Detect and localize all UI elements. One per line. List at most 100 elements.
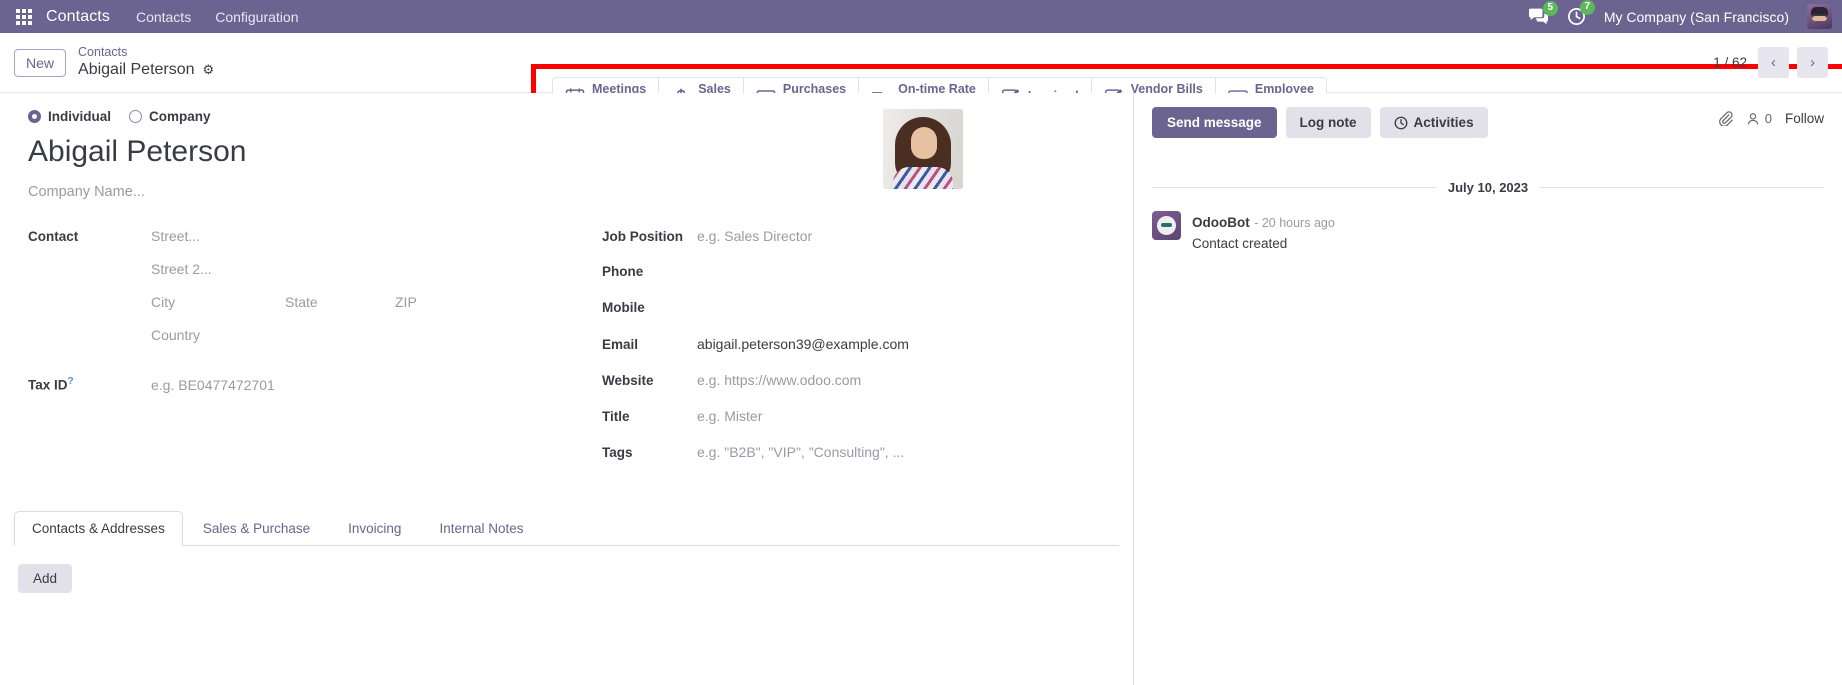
title-label: Title (602, 409, 630, 424)
date-separator-line (1540, 187, 1825, 188)
apps-grid-icon[interactable] (16, 8, 32, 25)
email-label: Email (602, 337, 639, 352)
form-pane: Individual Company Abigail Peterson Comp… (0, 93, 1134, 685)
radio-company[interactable]: Company (129, 109, 211, 124)
breadcrumb-parent-contacts[interactable]: Contacts (78, 45, 214, 61)
field-row-mobile: Mobile (602, 300, 1102, 320)
user-avatar[interactable] (1807, 4, 1832, 29)
follow-button[interactable]: Follow (1785, 111, 1824, 126)
job-position-input[interactable]: e.g. Sales Director (697, 228, 812, 244)
form-column-right: Job Position e.g. Sales Director Phone M… (602, 228, 1102, 480)
messages-count-badge: 5 (1542, 1, 1558, 16)
radio-dot-icon (28, 110, 41, 123)
menu-item-configuration[interactable]: Configuration (215, 9, 298, 25)
website-label: Website (602, 373, 654, 388)
pager-count: 1 / 62 (1713, 55, 1747, 70)
chatter-panel: Send message Log note Activities 0 Follo… (1134, 93, 1842, 685)
notebook-tab-body: Add (14, 546, 1119, 611)
field-row-email: Email abigail.peterson39@example.com (602, 336, 1102, 356)
tab-sales-purchase[interactable]: Sales & Purchase (185, 511, 328, 546)
job-position-label: Job Position (602, 229, 683, 244)
breadcrumb-current: Abigail Peterson ⚙ (78, 60, 214, 80)
tab-internal-notes[interactable]: Internal Notes (421, 511, 541, 546)
address-block: Street... Street 2... City State ZIP Cou… (151, 228, 417, 360)
date-separator-line (1152, 187, 1436, 188)
city-input[interactable]: City (151, 294, 285, 310)
state-input[interactable]: State (285, 294, 395, 310)
tax-id-label-text: Tax ID (28, 377, 68, 393)
user-icon (1747, 112, 1758, 124)
messages-icon[interactable]: 5 (1528, 1, 1558, 25)
field-row-tags: Tags e.g. "B2B", "VIP", "Consulting", ..… (602, 444, 1102, 464)
activities-button-label: Activities (1413, 115, 1474, 130)
contact-photo[interactable] (883, 109, 963, 189)
notebook-tabs: Contacts & Addresses Sales & Purchase In… (14, 510, 1119, 546)
message-header: OdooBot - 20 hours ago (1192, 211, 1335, 234)
tax-id-input[interactable]: e.g. BE0477472701 (151, 377, 275, 393)
activities-count-badge: 7 (1579, 0, 1595, 15)
field-row-phone: Phone (602, 264, 1102, 284)
form-column-left: Contact Street... Street 2... City State… (28, 228, 602, 480)
pager: 1 / 62 ‹ › (1713, 33, 1828, 92)
control-panel: New Contacts Abigail Peterson ⚙ Meetings… (0, 33, 1842, 122)
navbar-right-group: 5 7 My Company (San Francisco) (1528, 0, 1832, 33)
message-timestamp: - 20 hours ago (1254, 216, 1335, 230)
menu-item-contacts[interactable]: Contacts (136, 9, 191, 25)
company-switcher[interactable]: My Company (San Francisco) (1604, 9, 1789, 25)
gear-icon[interactable]: ⚙ (203, 62, 215, 78)
top-navbar: Contacts Contacts Configuration 5 7 My C… (0, 0, 1842, 33)
record-name-breadcrumb: Abigail Peterson (78, 61, 195, 79)
field-row-job-position: Job Position e.g. Sales Director (602, 228, 1102, 248)
tags-input[interactable]: e.g. "B2B", "VIP", "Consulting", ... (697, 444, 904, 460)
message-body: OdooBot - 20 hours ago Contact created (1192, 211, 1335, 254)
chatter-date-separator: July 10, 2023 (1152, 180, 1825, 195)
radio-individual[interactable]: Individual (28, 109, 111, 124)
radio-dot-icon (129, 110, 143, 123)
chatter-message: OdooBot - 20 hours ago Contact created (1152, 211, 1824, 254)
phone-label: Phone (602, 264, 644, 279)
tax-id-label: Tax ID? (28, 376, 151, 393)
contact-label: Contact (28, 229, 79, 244)
date-separator-label: July 10, 2023 (1447, 180, 1529, 195)
breadcrumb: Contacts Abigail Peterson ⚙ (78, 45, 214, 81)
radio-company-label: Company (149, 109, 211, 124)
field-row-title: Title e.g. Mister (602, 408, 1102, 428)
email-input[interactable]: abigail.peterson39@example.com (697, 336, 909, 352)
website-input[interactable]: e.g. https://www.odoo.com (697, 372, 861, 388)
form-columns: Contact Street... Street 2... City State… (28, 228, 1105, 480)
notebook: Contacts & Addresses Sales & Purchase In… (0, 510, 1133, 611)
tags-label: Tags (602, 445, 633, 460)
odoobot-avatar (1152, 211, 1181, 240)
field-row-tax-id: Tax ID? e.g. BE0477472701 (28, 376, 602, 396)
activities-button[interactable]: Activities (1379, 107, 1488, 138)
message-author[interactable]: OdooBot (1192, 215, 1250, 230)
add-button[interactable]: Add (18, 564, 73, 593)
send-message-button[interactable]: Send message (1152, 107, 1277, 138)
field-row-website: Website e.g. https://www.odoo.com (602, 372, 1102, 392)
clock-icon (1394, 116, 1407, 129)
message-text: Contact created (1192, 236, 1288, 252)
app-brand-contacts[interactable]: Contacts (46, 8, 110, 26)
chatter-meta: 0 Follow (1718, 111, 1824, 126)
zip-input[interactable]: ZIP (395, 294, 417, 310)
field-row-contact-address: Contact Street... Street 2... City State… (28, 228, 602, 360)
street2-input[interactable]: Street 2... (151, 261, 417, 277)
main-content: Individual Company Abigail Peterson Comp… (0, 93, 1842, 685)
paperclip-icon[interactable] (1718, 111, 1733, 126)
chevron-left-icon[interactable]: ‹ (1758, 47, 1789, 78)
tab-contacts-addresses[interactable]: Contacts & Addresses (14, 511, 183, 546)
title-input[interactable]: e.g. Mister (697, 408, 762, 424)
street-input[interactable]: Street... (151, 228, 417, 244)
country-input[interactable]: Country (151, 327, 417, 343)
followers-counter[interactable]: 0 (1746, 111, 1772, 126)
tax-id-help-icon[interactable]: ? (68, 376, 74, 387)
form-sheet: Individual Company Abigail Peterson Comp… (0, 109, 1133, 480)
followers-count: 0 (1764, 111, 1772, 126)
tab-invoicing[interactable]: Invoicing (330, 511, 419, 546)
chevron-right-icon[interactable]: › (1797, 47, 1828, 78)
activities-clock-icon[interactable]: 7 (1567, 0, 1595, 26)
mobile-label: Mobile (602, 300, 645, 315)
log-note-button[interactable]: Log note (1285, 107, 1371, 138)
city-state-zip-row: City State ZIP (151, 294, 417, 310)
new-button[interactable]: New (14, 48, 67, 77)
